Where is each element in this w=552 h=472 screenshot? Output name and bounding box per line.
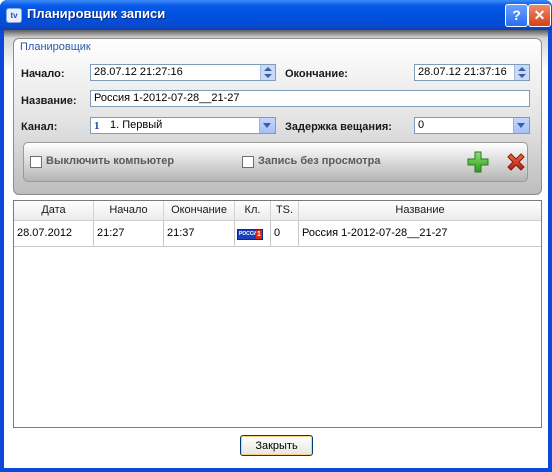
col-ts[interactable]: TS.: [271, 201, 299, 220]
help-button[interactable]: ?: [505, 4, 528, 27]
title-bar[interactable]: tv Планировщик записи ? ✕: [0, 0, 552, 30]
end-datetime-value: 28.07.12 21:37:16: [418, 66, 507, 78]
table-row[interactable]: 28.07.2012 21:27 21:37 РОССИЯ 1 0 Россия …: [14, 221, 541, 247]
scheduler-window: tv Планировщик записи ? ✕ Планировщик На…: [0, 0, 552, 472]
col-start[interactable]: Начало: [94, 201, 164, 220]
table-header: Дата Начало Окончание Кл. TS. Название: [14, 201, 541, 221]
end-datetime-field[interactable]: 28.07.12 21:37:16: [414, 64, 530, 81]
name-input-value: Россия 1-2012-07-28__21-27: [94, 92, 240, 104]
col-date[interactable]: Дата: [14, 201, 94, 220]
cell-ts: 0: [271, 221, 299, 246]
channel-logo: РОССИЯ 1: [237, 229, 263, 240]
col-end[interactable]: Окончание: [164, 201, 235, 220]
end-spinner[interactable]: [514, 65, 529, 80]
channel-select[interactable]: 1 1. Первый: [90, 117, 276, 134]
options-bar: Выключить компьютер Запись без просмотра: [23, 142, 528, 182]
add-button[interactable]: [466, 150, 490, 174]
chevron-down-icon[interactable]: [513, 118, 529, 133]
window-title: Планировщик записи: [27, 6, 166, 21]
channel-label: Канал:: [21, 121, 58, 133]
name-input[interactable]: Россия 1-2012-07-28__21-27: [90, 90, 530, 107]
delay-select-value: 0: [418, 119, 425, 131]
delete-button[interactable]: [504, 150, 528, 174]
app-icon: tv: [6, 8, 22, 23]
delay-label: Задержка вещания:: [285, 121, 392, 133]
record-no-view-checkbox[interactable]: [242, 156, 254, 168]
close-button[interactable]: Закрыть: [240, 435, 313, 456]
name-label: Название:: [21, 95, 77, 107]
delay-select[interactable]: 0: [414, 117, 530, 134]
schedule-table[interactable]: Дата Начало Окончание Кл. TS. Название 2…: [13, 200, 542, 428]
chevron-down-icon[interactable]: [259, 118, 275, 133]
x-icon: [507, 153, 525, 171]
plus-icon: [467, 151, 489, 173]
cell-name: Россия 1-2012-07-28__21-27: [302, 227, 448, 239]
close-window-button[interactable]: ✕: [528, 4, 551, 27]
col-channel[interactable]: Кл.: [235, 201, 271, 220]
start-spinner[interactable]: [260, 65, 275, 80]
shutdown-label: Выключить компьютер: [46, 155, 175, 167]
channel-select-value: 1. Первый: [110, 119, 163, 131]
start-label: Начало:: [21, 68, 65, 80]
record-no-view-label: Запись без просмотра: [258, 155, 381, 167]
cell-end: 21:37: [164, 221, 235, 246]
start-datetime-field[interactable]: 28.07.12 21:27:16: [90, 64, 276, 81]
scheduler-group: Планировщик Начало: 28.07.12 21:27:16 Ок…: [13, 38, 542, 195]
end-label: Окончание:: [285, 68, 348, 80]
channel-one-icon: 1: [94, 120, 100, 132]
dialog-body: Планировщик Начало: 28.07.12 21:27:16 Ок…: [4, 30, 548, 468]
cell-channel: РОССИЯ 1: [235, 221, 271, 246]
cell-date: 28.07.2012: [14, 221, 94, 246]
start-datetime-value: 28.07.12 21:27:16: [94, 66, 183, 78]
col-name[interactable]: Название: [299, 201, 541, 220]
group-title: Планировщик: [20, 41, 91, 53]
shutdown-checkbox[interactable]: [30, 156, 42, 168]
cell-start: 21:27: [94, 221, 164, 246]
channel-logo-number: 1: [256, 230, 262, 239]
